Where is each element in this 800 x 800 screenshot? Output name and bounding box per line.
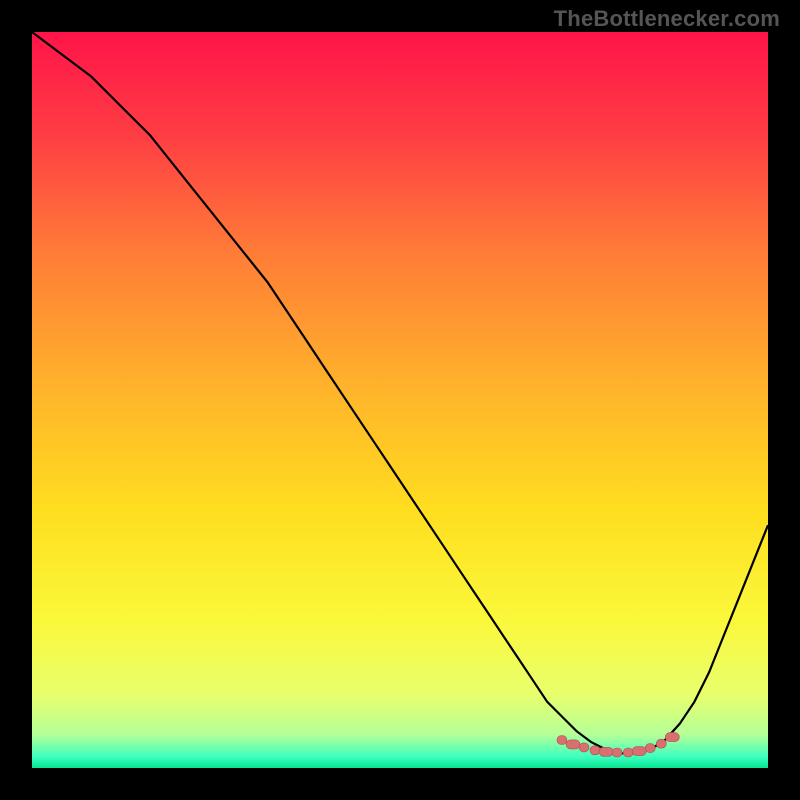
chart-frame: TheBottlenecker.com xyxy=(0,0,800,800)
chart-svg xyxy=(32,32,768,768)
marker-dot xyxy=(612,748,622,757)
marker-dot xyxy=(623,748,633,757)
marker-dot xyxy=(566,740,580,749)
marker-dot xyxy=(557,736,567,745)
gradient-background xyxy=(32,32,768,768)
marker-dot xyxy=(632,747,646,756)
marker-dot xyxy=(656,739,666,748)
plot-area xyxy=(32,32,768,768)
marker-dot xyxy=(590,746,600,755)
marker-dot xyxy=(645,744,655,753)
marker-dot xyxy=(579,743,589,752)
marker-dot xyxy=(665,733,679,742)
attribution-label: TheBottlenecker.com xyxy=(554,6,780,32)
marker-dot xyxy=(599,747,613,756)
